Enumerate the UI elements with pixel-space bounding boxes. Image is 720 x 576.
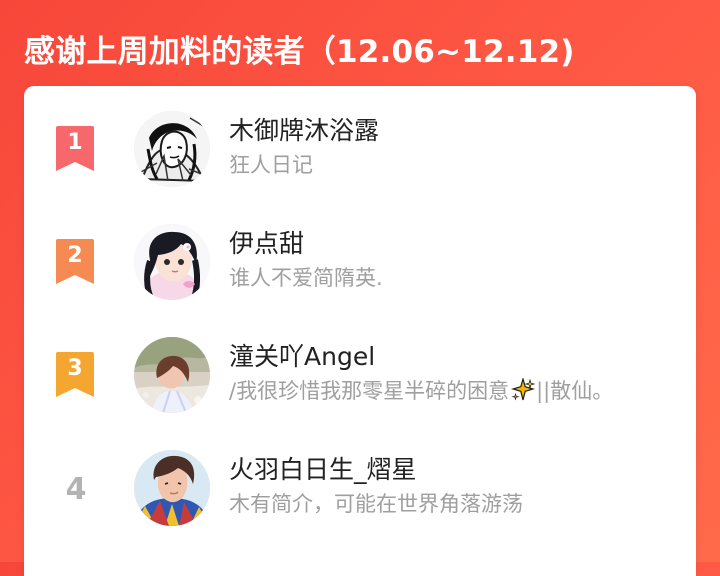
anime-girl-avatar xyxy=(134,224,210,300)
reader-bio: 谁人不爱简隋英. xyxy=(229,266,383,290)
reader-bio: 木有简介，可能在世界角落游荡 xyxy=(229,492,523,516)
rank-number: 2 xyxy=(67,243,83,268)
monochrome-manga-avatar xyxy=(134,111,210,187)
reader-info: 火羽白日生_熠星 木有简介，可能在世界角落游荡 xyxy=(229,453,689,519)
rank-number: 1 xyxy=(67,130,83,155)
reader-name[interactable]: 伊点甜 xyxy=(229,227,689,261)
avatar[interactable] xyxy=(134,111,210,187)
reader-name[interactable]: 潼关吖Angel xyxy=(229,340,689,374)
reader-bio: /我很珍惜我那零星半碎的困意 ||散仙。 xyxy=(229,376,689,406)
reader-row-1[interactable]: 1 木御牌沐浴露 狂人日记 xyxy=(24,86,696,196)
boy-portrait-avatar xyxy=(134,450,210,526)
reader-name[interactable]: 木御牌沐浴露 xyxy=(229,114,689,148)
reader-info: 潼关吖Angel /我很珍惜我那零星半碎的困意 ||散仙。 xyxy=(229,340,689,406)
sparkles-icon xyxy=(511,378,536,402)
rank-badge-1: 1 xyxy=(54,124,96,174)
reader-bio-suffix: ||散仙。 xyxy=(536,379,614,403)
reader-bio: 狂人日记 xyxy=(229,153,313,177)
avatar[interactable] xyxy=(134,224,210,300)
avatar[interactable] xyxy=(134,450,210,526)
page-title: 感谢上周加料的读者（12.06~12.12) xyxy=(24,33,575,70)
reader-info: 伊点甜 谁人不爱简隋英. xyxy=(229,227,689,293)
reader-name[interactable]: 火羽白日生_熠星 xyxy=(229,453,689,487)
rank-number: 3 xyxy=(67,356,83,381)
rank-badge-3: 3 xyxy=(54,350,96,400)
reader-info: 木御牌沐浴露 狂人日记 xyxy=(229,114,689,180)
page-header: 感谢上周加料的读者（12.06~12.12) xyxy=(24,24,684,80)
reader-row-3[interactable]: 3 潼关吖Angel /我很珍惜我那零星半碎的困意 ||散仙。 xyxy=(24,312,696,422)
reader-bio-prefix: /我很珍惜我那零星半碎的困意 xyxy=(229,379,510,403)
rank-number-plain: 4 xyxy=(65,472,87,507)
girl-outdoors-avatar xyxy=(134,337,210,413)
reader-ranking-card: 1 木御牌沐浴露 狂人日记 2 伊点甜 谁人不爱简隋英. 3 潼关吖Angel … xyxy=(24,86,696,576)
avatar[interactable] xyxy=(134,337,210,413)
rank-badge-2: 2 xyxy=(54,237,96,287)
reader-row-2[interactable]: 2 伊点甜 谁人不爱简隋英. xyxy=(24,199,696,309)
reader-row-4[interactable]: 4 火羽白日生_熠星 木有简介，可能在世界角落游荡 xyxy=(24,425,696,535)
